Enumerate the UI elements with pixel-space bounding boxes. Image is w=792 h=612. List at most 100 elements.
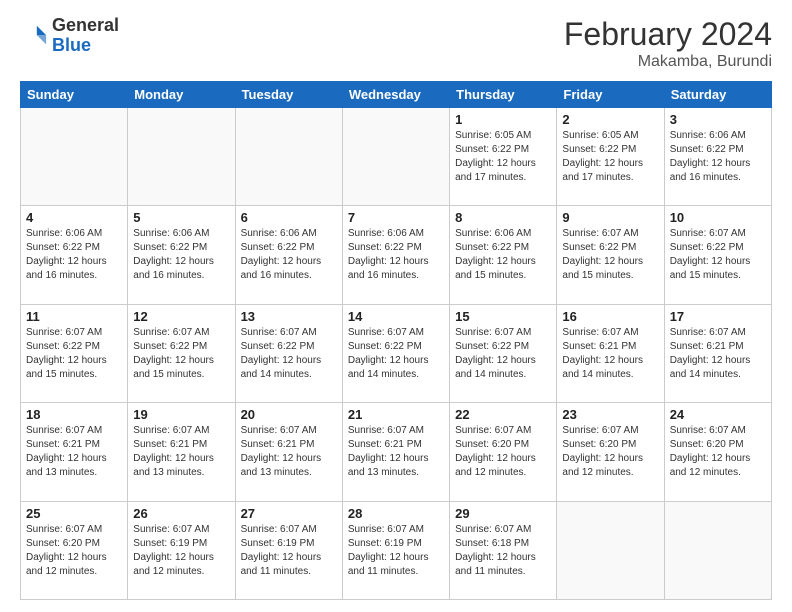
calendar-day: 29 Sunrise: 6:07 AM Sunset: 6:18 PM Dayli… (450, 501, 557, 599)
day-info: Sunrise: 6:07 AM Sunset: 6:19 PM Dayligh… (241, 523, 337, 579)
calendar-day: 2 Sunrise: 6:05 AM Sunset: 6:22 PM Daylig… (557, 108, 664, 206)
calendar-header-thursday: Thursday (450, 82, 557, 108)
day-number: 29 (455, 506, 551, 521)
calendar-day (342, 108, 449, 206)
day-info: Sunrise: 6:06 AM Sunset: 6:22 PM Dayligh… (241, 227, 337, 283)
day-number: 9 (562, 210, 658, 225)
title-block: February 2024 Makamba, Burundi (564, 16, 772, 71)
calendar-day (21, 108, 128, 206)
day-number: 2 (562, 112, 658, 127)
month-title: February 2024 (564, 16, 772, 53)
calendar-day: 14 Sunrise: 6:07 AM Sunset: 6:22 PM Dayli… (342, 304, 449, 402)
day-info: Sunrise: 6:07 AM Sunset: 6:22 PM Dayligh… (348, 326, 444, 382)
calendar-day: 19 Sunrise: 6:07 AM Sunset: 6:21 PM Dayli… (128, 403, 235, 501)
calendar-day: 25 Sunrise: 6:07 AM Sunset: 6:20 PM Dayli… (21, 501, 128, 599)
calendar-day: 11Sunrise: 6:07 AM Sunset: 6:22 PM Dayli… (21, 304, 128, 402)
calendar-day: 6 Sunrise: 6:06 AM Sunset: 6:22 PM Daylig… (235, 206, 342, 304)
day-number: 12 (133, 309, 229, 324)
day-number: 28 (348, 506, 444, 521)
calendar-day (664, 501, 771, 599)
calendar-day: 26 Sunrise: 6:07 AM Sunset: 6:19 PM Dayli… (128, 501, 235, 599)
calendar-day: 12 Sunrise: 6:07 AM Sunset: 6:22 PM Dayli… (128, 304, 235, 402)
day-number: 23 (562, 407, 658, 422)
day-number: 15 (455, 309, 551, 324)
calendar-header-sunday: Sunday (21, 82, 128, 108)
day-info: Sunrise: 6:05 AM Sunset: 6:22 PM Dayligh… (455, 129, 551, 185)
calendar-header-monday: Monday (128, 82, 235, 108)
calendar-day: 18Sunrise: 6:07 AM Sunset: 6:21 PM Dayli… (21, 403, 128, 501)
day-number: 1 (455, 112, 551, 127)
calendar-day (557, 501, 664, 599)
day-number: 16 (562, 309, 658, 324)
page: General Blue February 2024 Makamba, Buru… (0, 0, 792, 612)
logo-icon (20, 22, 48, 50)
day-number: 25 (26, 506, 122, 521)
calendar-day: 23Sunrise: 6:07 AM Sunset: 6:20 PM Dayli… (557, 403, 664, 501)
calendar-week-3: 11Sunrise: 6:07 AM Sunset: 6:22 PM Dayli… (21, 304, 772, 402)
day-info: Sunrise: 6:07 AM Sunset: 6:20 PM Dayligh… (455, 424, 551, 480)
day-number: 19 (133, 407, 229, 422)
day-info: Sunrise: 6:07 AM Sunset: 6:19 PM Dayligh… (348, 523, 444, 579)
day-number: 7 (348, 210, 444, 225)
day-number: 26 (133, 506, 229, 521)
day-number: 17 (670, 309, 766, 324)
day-info: Sunrise: 6:06 AM Sunset: 6:22 PM Dayligh… (348, 227, 444, 283)
calendar-day: 17 Sunrise: 6:07 AM Sunset: 6:21 PM Dayli… (664, 304, 771, 402)
calendar-header-friday: Friday (557, 82, 664, 108)
logo-blue: Blue (52, 35, 91, 55)
calendar-day: 15Sunrise: 6:07 AM Sunset: 6:22 PM Dayli… (450, 304, 557, 402)
calendar-day: 9 Sunrise: 6:07 AM Sunset: 6:22 PM Daylig… (557, 206, 664, 304)
calendar-header-saturday: Saturday (664, 82, 771, 108)
day-number: 14 (348, 309, 444, 324)
calendar-day: 8Sunrise: 6:06 AM Sunset: 6:22 PM Daylig… (450, 206, 557, 304)
day-number: 3 (670, 112, 766, 127)
location-title: Makamba, Burundi (564, 53, 772, 71)
day-info: Sunrise: 6:07 AM Sunset: 6:21 PM Dayligh… (670, 326, 766, 382)
day-number: 6 (241, 210, 337, 225)
day-number: 22 (455, 407, 551, 422)
day-number: 21 (348, 407, 444, 422)
calendar-table: SundayMondayTuesdayWednesdayThursdayFrid… (20, 81, 772, 600)
logo-text: General Blue (52, 16, 119, 56)
calendar-header-wednesday: Wednesday (342, 82, 449, 108)
day-info: Sunrise: 6:07 AM Sunset: 6:18 PM Dayligh… (455, 523, 551, 579)
day-info: Sunrise: 6:07 AM Sunset: 6:19 PM Dayligh… (133, 523, 229, 579)
day-info: Sunrise: 6:07 AM Sunset: 6:21 PM Dayligh… (348, 424, 444, 480)
calendar-day: 13Sunrise: 6:07 AM Sunset: 6:22 PM Dayli… (235, 304, 342, 402)
day-info: Sunrise: 6:07 AM Sunset: 6:22 PM Dayligh… (241, 326, 337, 382)
day-info: Sunrise: 6:06 AM Sunset: 6:22 PM Dayligh… (455, 227, 551, 283)
day-info: Sunrise: 6:07 AM Sunset: 6:20 PM Dayligh… (26, 523, 122, 579)
calendar-day: 7 Sunrise: 6:06 AM Sunset: 6:22 PM Daylig… (342, 206, 449, 304)
calendar-day: 16Sunrise: 6:07 AM Sunset: 6:21 PM Dayli… (557, 304, 664, 402)
calendar-day (235, 108, 342, 206)
day-number: 20 (241, 407, 337, 422)
day-info: Sunrise: 6:07 AM Sunset: 6:21 PM Dayligh… (26, 424, 122, 480)
logo: General Blue (20, 16, 119, 56)
day-number: 27 (241, 506, 337, 521)
day-number: 5 (133, 210, 229, 225)
day-info: Sunrise: 6:06 AM Sunset: 6:22 PM Dayligh… (26, 227, 122, 283)
day-info: Sunrise: 6:05 AM Sunset: 6:22 PM Dayligh… (562, 129, 658, 185)
day-number: 10 (670, 210, 766, 225)
day-number: 24 (670, 407, 766, 422)
calendar-week-1: 1 Sunrise: 6:05 AM Sunset: 6:22 PM Daylig… (21, 108, 772, 206)
calendar-week-2: 4 Sunrise: 6:06 AM Sunset: 6:22 PM Daylig… (21, 206, 772, 304)
calendar-day: 1 Sunrise: 6:05 AM Sunset: 6:22 PM Daylig… (450, 108, 557, 206)
calendar-day (128, 108, 235, 206)
logo-general: General (52, 15, 119, 35)
day-info: Sunrise: 6:07 AM Sunset: 6:21 PM Dayligh… (241, 424, 337, 480)
day-info: Sunrise: 6:07 AM Sunset: 6:22 PM Dayligh… (670, 227, 766, 283)
calendar-day: 21 Sunrise: 6:07 AM Sunset: 6:21 PM Dayli… (342, 403, 449, 501)
day-info: Sunrise: 6:07 AM Sunset: 6:22 PM Dayligh… (133, 326, 229, 382)
calendar-day: 10 Sunrise: 6:07 AM Sunset: 6:22 PM Dayli… (664, 206, 771, 304)
calendar-header-tuesday: Tuesday (235, 82, 342, 108)
calendar-day: 4 Sunrise: 6:06 AM Sunset: 6:22 PM Daylig… (21, 206, 128, 304)
day-number: 4 (26, 210, 122, 225)
day-info: Sunrise: 6:07 AM Sunset: 6:22 PM Dayligh… (562, 227, 658, 283)
day-info: Sunrise: 6:06 AM Sunset: 6:22 PM Dayligh… (133, 227, 229, 283)
calendar-header-row: SundayMondayTuesdayWednesdayThursdayFrid… (21, 82, 772, 108)
day-info: Sunrise: 6:07 AM Sunset: 6:21 PM Dayligh… (133, 424, 229, 480)
calendar-week-4: 18Sunrise: 6:07 AM Sunset: 6:21 PM Dayli… (21, 403, 772, 501)
day-info: Sunrise: 6:06 AM Sunset: 6:22 PM Dayligh… (670, 129, 766, 185)
calendar-day: 20 Sunrise: 6:07 AM Sunset: 6:21 PM Dayli… (235, 403, 342, 501)
